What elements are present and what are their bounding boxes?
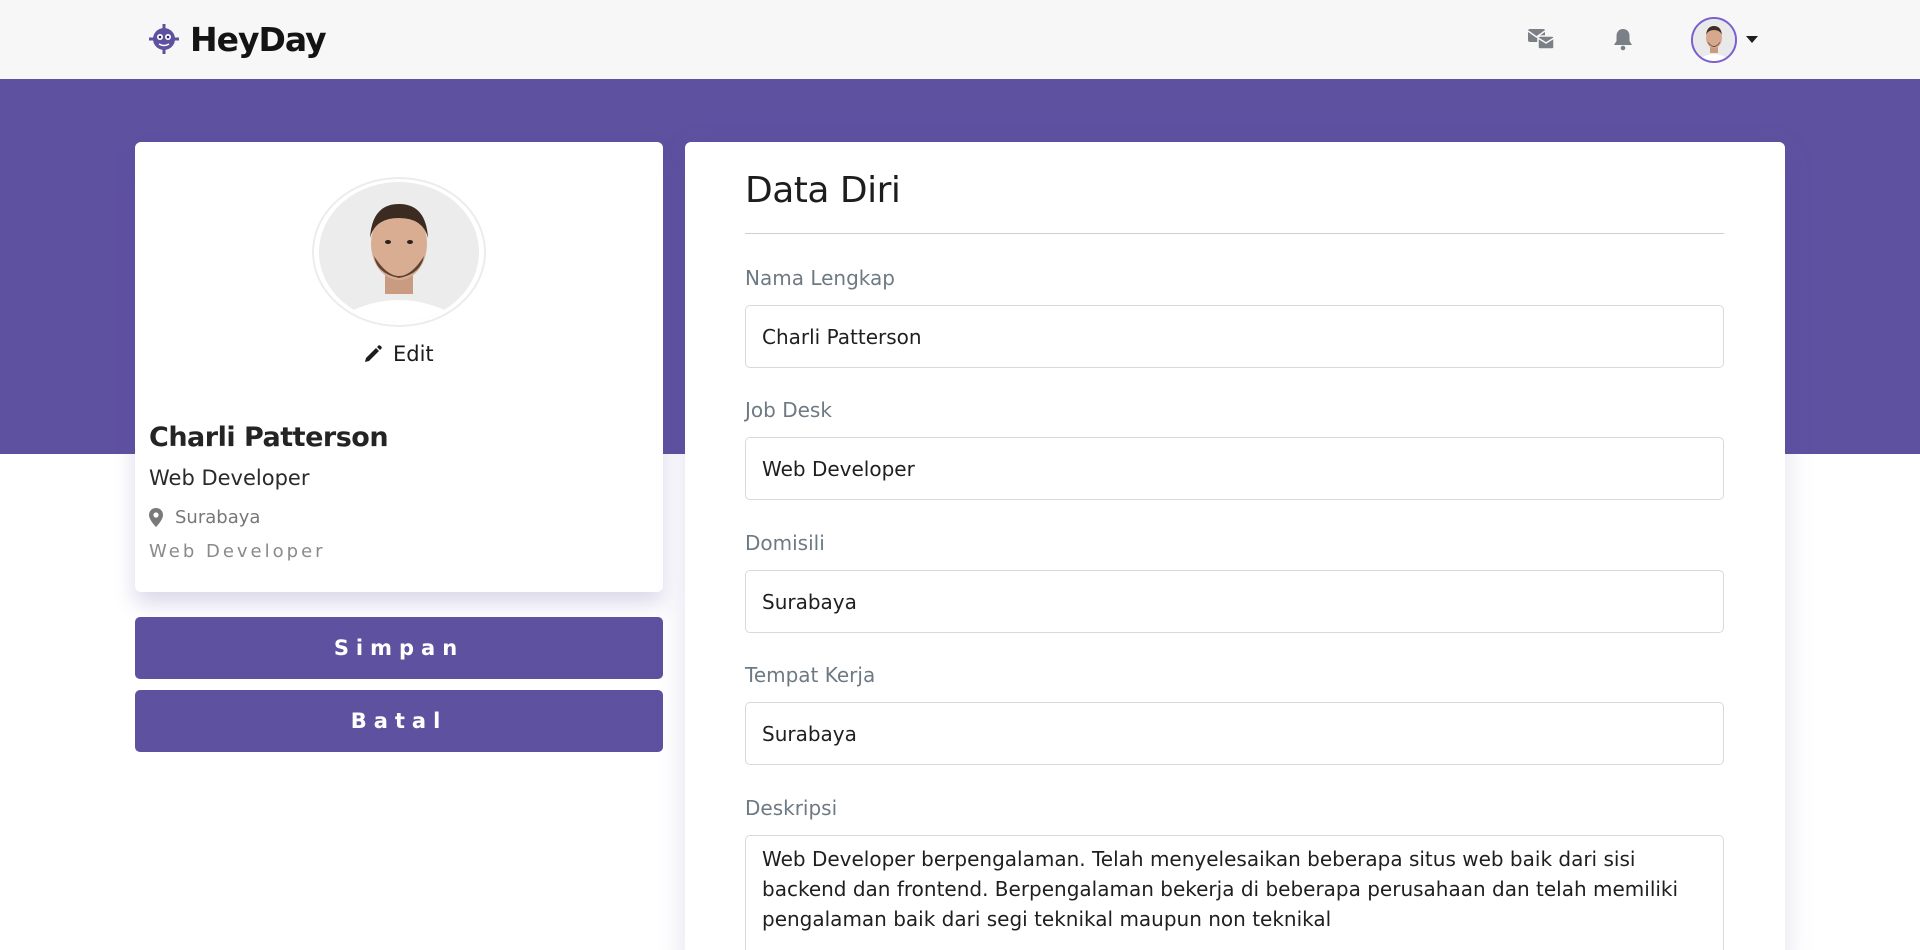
cancel-button[interactable]: Batal bbox=[135, 690, 663, 752]
profile-name: Charli Patterson bbox=[149, 422, 389, 453]
avatar-portrait-icon bbox=[1693, 19, 1735, 61]
profile-tagline: Web Developer bbox=[149, 541, 326, 562]
profile-location: Surabaya bbox=[149, 507, 260, 528]
domicile-input[interactable] bbox=[745, 570, 1724, 633]
caret-down-icon[interactable] bbox=[1744, 32, 1760, 46]
pencil-icon bbox=[365, 345, 382, 362]
description-textarea[interactable]: Web Developer berpengalaman. Telah menye… bbox=[745, 835, 1724, 950]
heyday-logo-icon bbox=[149, 24, 179, 54]
save-button[interactable]: Simpan bbox=[135, 617, 663, 679]
bell-icon[interactable] bbox=[1608, 24, 1638, 54]
profile-photo bbox=[312, 177, 486, 327]
workplace-input[interactable] bbox=[745, 702, 1724, 765]
edit-photo-button[interactable]: Edit bbox=[363, 342, 434, 366]
messages-icon[interactable] bbox=[1526, 24, 1556, 54]
top-navbar: HeyDay bbox=[0, 0, 1920, 79]
job-desk-label: Job Desk bbox=[745, 398, 832, 422]
edit-label: Edit bbox=[393, 342, 434, 366]
profile-role: Web Developer bbox=[149, 466, 310, 490]
full-name-label: Nama Lengkap bbox=[745, 266, 895, 290]
profile-portrait-icon bbox=[319, 182, 479, 322]
title-divider bbox=[745, 233, 1724, 234]
full-name-input[interactable] bbox=[745, 305, 1724, 368]
form-title: Data Diri bbox=[745, 170, 901, 211]
profile-location-text: Surabaya bbox=[175, 507, 261, 528]
profile-card: Edit Charli Patterson Web Developer Sura… bbox=[135, 142, 663, 592]
brand-name: HeyDay bbox=[190, 19, 327, 59]
brand[interactable]: HeyDay bbox=[148, 19, 327, 59]
workplace-label: Tempat Kerja bbox=[745, 663, 876, 687]
personal-data-form: Data Diri Nama Lengkap Job Desk Domisili… bbox=[685, 142, 1785, 950]
job-desk-input[interactable] bbox=[745, 437, 1724, 500]
map-marker-icon bbox=[149, 508, 163, 527]
domicile-label: Domisili bbox=[745, 531, 825, 555]
user-avatar[interactable] bbox=[1691, 17, 1737, 63]
description-label: Deskripsi bbox=[745, 796, 838, 820]
